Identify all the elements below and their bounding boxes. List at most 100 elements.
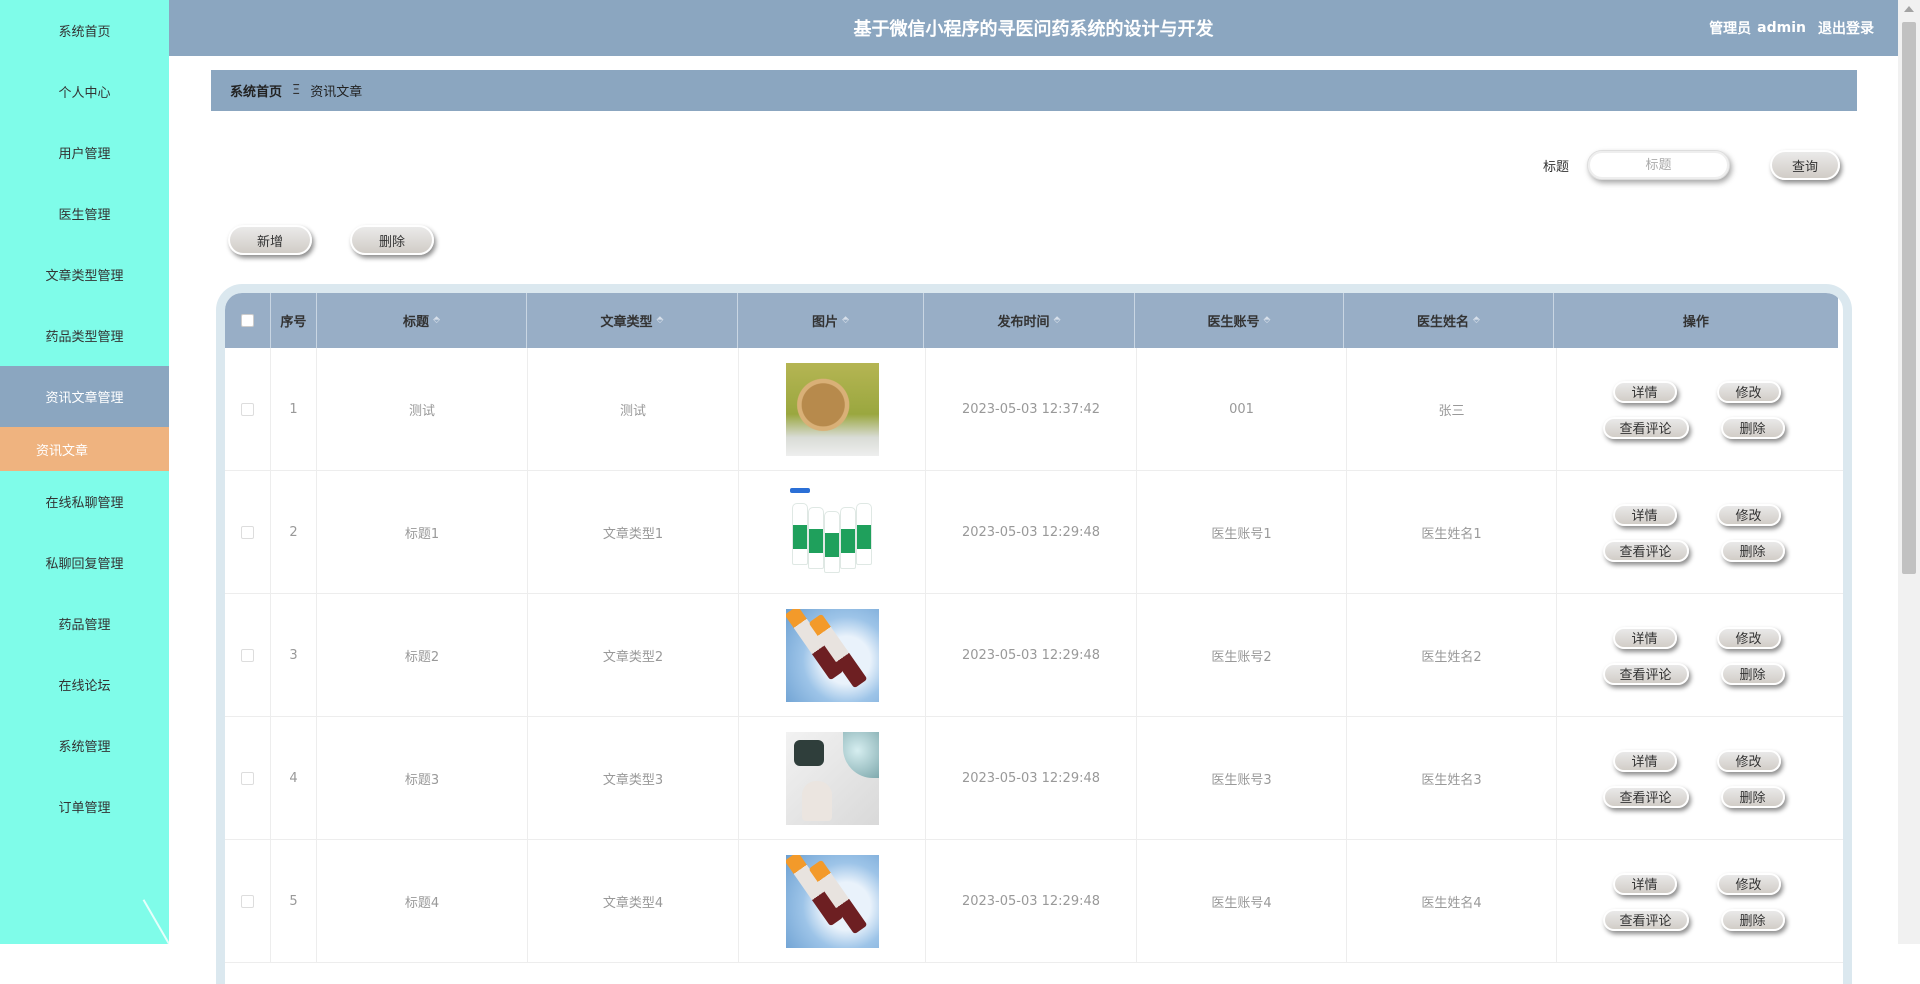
- sidebar-item-home[interactable]: 系统首页: [0, 0, 169, 61]
- detail-button[interactable]: 详情: [1612, 749, 1677, 772]
- sidebar-item-system[interactable]: 系统管理: [0, 715, 169, 776]
- sort-icon[interactable]: ⬘: [1264, 316, 1271, 325]
- sidebar-subitem-articles[interactable]: 资讯文章: [0, 427, 169, 471]
- scrollbar-thumb[interactable]: [1902, 22, 1916, 574]
- sidebar-item-chat-replies[interactable]: 私聊回复管理: [0, 532, 169, 593]
- title-search-input[interactable]: [1587, 150, 1730, 180]
- header-type[interactable]: 文章类型 ⬘: [527, 293, 738, 348]
- sidebar-item-article-types[interactable]: 文章类型管理: [0, 244, 169, 305]
- breadcrumb-separator-icon: Ξ: [292, 83, 301, 98]
- test-tubes-photo: [785, 609, 879, 702]
- view-comments-button[interactable]: 查看评论: [1602, 785, 1689, 808]
- delete-button[interactable]: 删除: [1720, 539, 1785, 562]
- header-operations: 操作: [1554, 293, 1838, 348]
- detail-button[interactable]: 详情: [1612, 380, 1677, 403]
- select-all-checkbox[interactable]: [240, 314, 254, 327]
- page-scrollbar[interactable]: [1898, 0, 1920, 944]
- scroll-up-arrow-icon[interactable]: [1904, 6, 1914, 12]
- header-account-label: 医生账号: [1207, 315, 1260, 330]
- sidebar-item-users[interactable]: 用户管理: [0, 122, 169, 183]
- sort-icon[interactable]: ⬘: [842, 316, 849, 325]
- sidebar-decoration: [142, 899, 169, 944]
- header-title[interactable]: 标题 ⬘: [317, 293, 528, 348]
- breadcrumb-home[interactable]: 系统首页: [230, 81, 282, 100]
- sidebar-item-drugs[interactable]: 药品管理: [0, 593, 169, 654]
- batch-delete-button[interactable]: 删除: [350, 225, 434, 255]
- sort-icon[interactable]: ⬘: [433, 316, 440, 325]
- delete-button[interactable]: 删除: [1720, 908, 1785, 931]
- row-select-cell: [225, 348, 271, 471]
- row-checkbox[interactable]: [241, 772, 254, 785]
- logout-link[interactable]: 退出登录: [1818, 18, 1874, 38]
- title-cell: 标题1: [317, 471, 528, 594]
- articles-table: 序号 标题 ⬘ 文章类型 ⬘ 图片 ⬘ 发布时间 ⬘ 医生账号 ⬘ 医生姓名 ⬘ 操作 1 …: [216, 284, 1852, 984]
- index-cell: 3: [271, 594, 317, 717]
- rabbit-photo: [785, 363, 879, 456]
- account-cell: 医生账号3: [1137, 717, 1347, 840]
- type-cell: 测试: [528, 348, 739, 471]
- sidebar-item-orders[interactable]: 订单管理: [0, 776, 169, 837]
- header-index: 序号: [271, 293, 317, 348]
- edit-button[interactable]: 修改: [1716, 749, 1781, 772]
- test-tubes-photo: [785, 855, 879, 948]
- sidebar-item-articles[interactable]: 资讯文章管理: [0, 366, 169, 427]
- delete-button[interactable]: 删除: [1720, 785, 1785, 808]
- account-cell: 医生账号2: [1137, 594, 1347, 717]
- image-cell: [739, 840, 926, 963]
- username: admin: [1757, 20, 1806, 36]
- name-cell: 医生姓名4: [1347, 840, 1557, 963]
- delete-button[interactable]: 删除: [1720, 662, 1785, 685]
- sidebar-item-forum[interactable]: 在线论坛: [0, 654, 169, 715]
- top-header: 基于微信小程序的寻医问药系统的设计与开发 管理员 admin 退出登录: [169, 0, 1898, 56]
- table-row: 5 标题4 文章类型4 2023-05-03 12:29:48 医生账号4 医生…: [225, 840, 1843, 963]
- sidebar-item-profile[interactable]: 个人中心: [0, 61, 169, 122]
- type-cell: 文章类型4: [528, 840, 739, 963]
- detail-button[interactable]: 详情: [1612, 503, 1677, 526]
- edit-button[interactable]: 修改: [1716, 872, 1781, 895]
- table-row: 3 标题2 文章类型2 2023-05-03 12:29:48 医生账号2 医生…: [225, 594, 1843, 717]
- header-type-label: 文章类型: [600, 315, 653, 330]
- account-cell: 医生账号1: [1137, 471, 1347, 594]
- sort-icon[interactable]: ⬘: [1473, 316, 1480, 325]
- view-comments-button[interactable]: 查看评论: [1602, 416, 1689, 439]
- name-cell: 张三: [1347, 348, 1557, 471]
- header-time[interactable]: 发布时间 ⬘: [924, 293, 1135, 348]
- header-image[interactable]: 图片 ⬘: [738, 293, 925, 348]
- ops-cell: 详情 修改 查看评论 删除: [1557, 840, 1842, 963]
- add-button[interactable]: 新增: [228, 225, 312, 255]
- detail-button[interactable]: 详情: [1612, 872, 1677, 895]
- search-label: 标题: [1542, 159, 1569, 175]
- image-cell: [739, 471, 926, 594]
- delete-button[interactable]: 删除: [1720, 416, 1785, 439]
- header-name[interactable]: 医生姓名 ⬘: [1344, 293, 1554, 348]
- edit-button[interactable]: 修改: [1716, 380, 1781, 403]
- detail-button[interactable]: 详情: [1612, 626, 1677, 649]
- row-checkbox[interactable]: [241, 649, 254, 662]
- sidebar-item-drug-types[interactable]: 药品类型管理: [0, 305, 169, 366]
- user-box: 管理员 admin 退出登录: [1709, 0, 1874, 56]
- time-cell: 2023-05-03 12:29:48: [926, 717, 1137, 840]
- sort-icon[interactable]: ⬘: [657, 316, 664, 325]
- index-cell: 1: [271, 348, 317, 471]
- row-checkbox[interactable]: [241, 526, 254, 539]
- account-cell: 001: [1137, 348, 1347, 471]
- sidebar-item-private-chat[interactable]: 在线私聊管理: [0, 471, 169, 532]
- sidebar-item-doctors[interactable]: 医生管理: [0, 183, 169, 244]
- time-cell: 2023-05-03 12:29:48: [926, 594, 1137, 717]
- sort-icon[interactable]: ⬘: [1054, 316, 1061, 325]
- row-checkbox[interactable]: [241, 403, 254, 416]
- bottles-photo: [785, 486, 879, 579]
- title-cell: 标题4: [317, 840, 528, 963]
- view-comments-button[interactable]: 查看评论: [1602, 662, 1689, 685]
- header-account[interactable]: 医生账号 ⬘: [1135, 293, 1345, 348]
- time-cell: 2023-05-03 12:29:48: [926, 471, 1137, 594]
- action-bar: 新增 删除: [228, 225, 472, 255]
- name-cell: 医生姓名2: [1347, 594, 1557, 717]
- view-comments-button[interactable]: 查看评论: [1602, 539, 1689, 562]
- header-select-all: [225, 293, 271, 348]
- row-checkbox[interactable]: [241, 895, 254, 908]
- edit-button[interactable]: 修改: [1716, 626, 1781, 649]
- query-button[interactable]: 查询: [1770, 150, 1840, 180]
- edit-button[interactable]: 修改: [1716, 503, 1781, 526]
- view-comments-button[interactable]: 查看评论: [1602, 908, 1689, 931]
